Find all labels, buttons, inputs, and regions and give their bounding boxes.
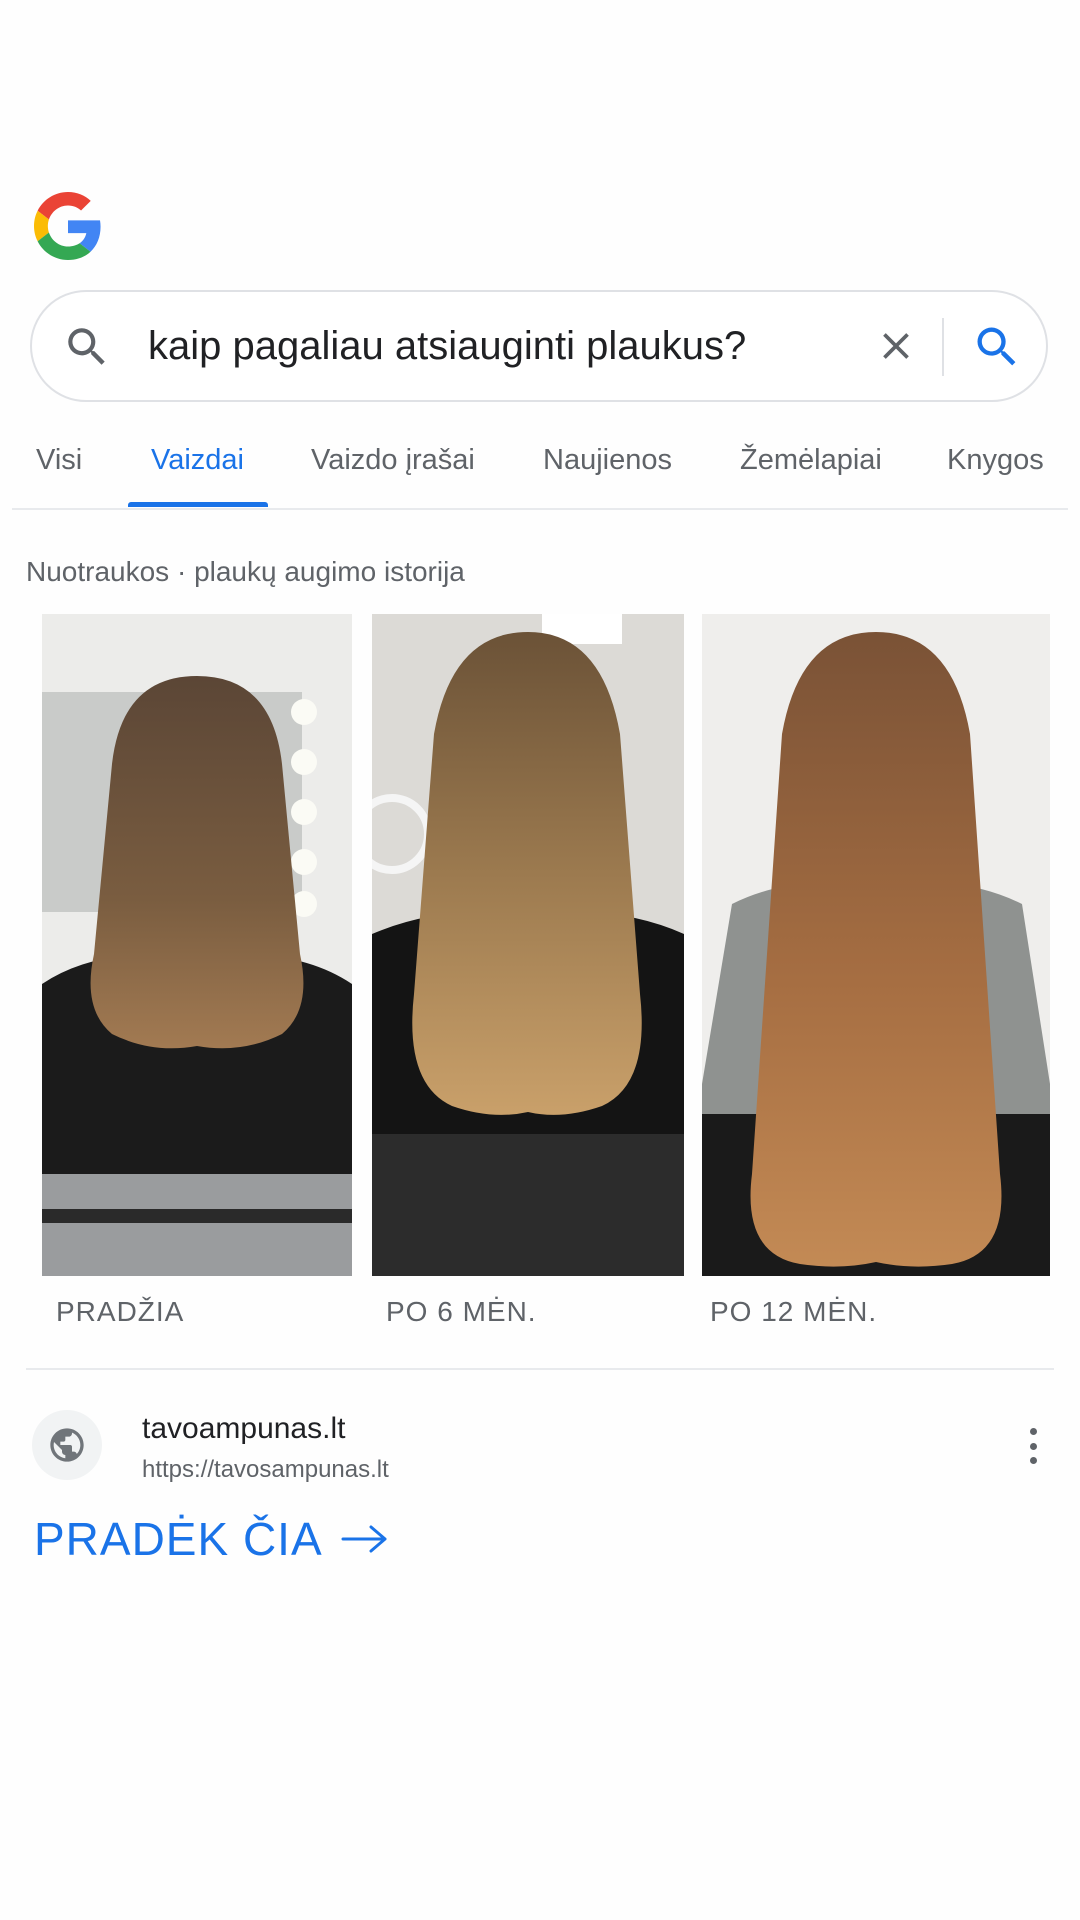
search-icon xyxy=(62,322,112,372)
search-tabs: Visi Vaizdai Vaizdo įrašai Naujienos Žem… xyxy=(0,430,1080,510)
globe-icon xyxy=(50,1428,84,1462)
tab-all[interactable]: Visi xyxy=(36,444,82,477)
hair-shape xyxy=(90,676,304,1049)
more-vertical-icon xyxy=(1029,1428,1037,1435)
more-dot xyxy=(1029,1442,1037,1450)
result-url[interactable]: https://tavosampunas.lt xyxy=(142,1456,389,1484)
search-icon xyxy=(977,327,1016,366)
more-dot xyxy=(1029,1457,1037,1464)
tab-news[interactable]: Naujienos xyxy=(543,444,672,477)
hair-shape xyxy=(750,632,1002,1267)
search-submit-button[interactable] xyxy=(968,318,1026,376)
site-favicon[interactable] xyxy=(32,1410,102,1480)
tabs-divider xyxy=(12,508,1068,510)
hair-photo-12-months[interactable] xyxy=(702,614,1050,1276)
result-site-name[interactable]: tavoampunas.lt xyxy=(142,1412,345,1446)
tab-images[interactable]: Vaizdai xyxy=(151,444,244,477)
search-divider xyxy=(942,318,944,376)
hair-photo-start[interactable] xyxy=(42,614,352,1276)
active-tab-indicator xyxy=(128,502,268,507)
section-divider xyxy=(26,1368,1054,1370)
images-caption: Nuotraukos · plaukų augimo istorija xyxy=(26,556,465,587)
photo-label-6-months: PO 6 MĖN. xyxy=(386,1296,537,1327)
google-g-logo[interactable] xyxy=(34,192,102,260)
search-input[interactable]: kaip pagaliau atsiauginti plaukus? xyxy=(148,318,746,374)
clear-search-button[interactable] xyxy=(870,320,922,372)
start-here-link[interactable]: PRADĖK ČIA xyxy=(34,1512,389,1566)
close-icon xyxy=(883,333,909,359)
start-here-label: PRADĖK ČIA xyxy=(34,1513,323,1565)
search-box[interactable]: kaip pagaliau atsiauginti plaukus? xyxy=(30,290,1048,402)
photo-label-12-months: PO 12 MĖN. xyxy=(710,1296,878,1327)
more-options-button[interactable] xyxy=(1018,1422,1048,1470)
tab-maps[interactable]: Žemėlapiai xyxy=(740,444,882,477)
hair-shape xyxy=(412,632,642,1115)
photo-label-start: PRADŽIA xyxy=(56,1296,185,1327)
tab-videos[interactable]: Vaizdo įrašai xyxy=(311,444,475,477)
arrow-right-icon xyxy=(341,1525,387,1553)
tab-books[interactable]: Knygos xyxy=(947,444,1044,477)
hair-photo-6-months[interactable] xyxy=(372,614,684,1276)
